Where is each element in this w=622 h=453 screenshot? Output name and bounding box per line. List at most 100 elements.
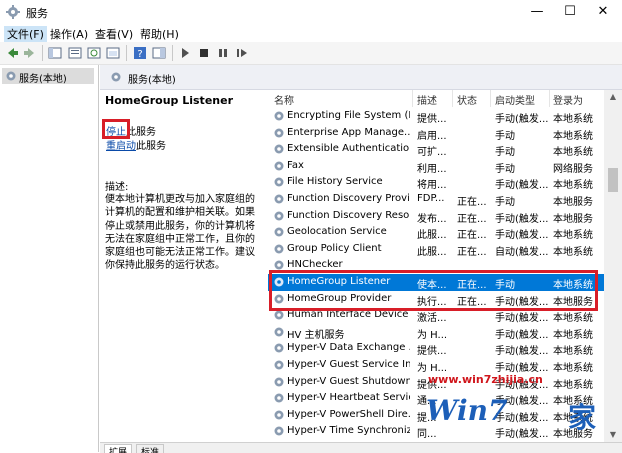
service-gear-icon <box>274 244 284 254</box>
table-row[interactable]: Extensible Authenticatio... 可扩... 手动 本地系统 <box>268 141 604 158</box>
toolbar: ? <box>0 42 622 65</box>
menu-action[interactable]: 操作(A) <box>47 26 91 42</box>
service-gear-icon <box>274 377 284 386</box>
toolbar-divider <box>172 45 173 61</box>
service-status-cell: 正在... <box>457 246 487 258</box>
site-watermark: www.win7zhijia.cn Win7 家 <box>420 372 610 442</box>
table-row[interactable]: HomeGroup Listener 使本... 正在... 手动 本地系统 <box>268 273 604 291</box>
table-row[interactable]: Function Discovery Reso... 发布... 正在... 手动(触… <box>268 208 604 225</box>
service-name-cell: Enterprise App Manage... <box>287 126 410 138</box>
service-logon-cell: 本地系统 <box>553 130 593 142</box>
console-tree-icon[interactable] <box>47 45 63 61</box>
toolbar-divider <box>42 45 43 61</box>
column-header-startup-type[interactable]: 启动类型 <box>495 92 535 107</box>
forward-arrow-icon[interactable] <box>22 45 38 61</box>
description-label: 描述: <box>105 182 129 193</box>
column-header-status[interactable]: 状态 <box>457 92 477 107</box>
service-gear-icon <box>274 211 284 221</box>
service-startup-cell: 手动(触发... <box>495 329 549 341</box>
restart-service-icon[interactable] <box>234 45 250 61</box>
properties-icon[interactable] <box>67 45 83 61</box>
service-gear-icon <box>274 327 284 337</box>
service-name-cell: Function Discovery Reso... <box>287 209 410 221</box>
service-gear-icon <box>274 393 284 403</box>
service-name-cell: Function Discovery Provi... <box>287 192 410 204</box>
table-row[interactable]: HNChecker <box>268 257 604 274</box>
column-header-description[interactable]: 描述 <box>417 92 437 107</box>
service-gear-icon <box>274 277 284 287</box>
help-icon[interactable]: ? <box>132 45 148 61</box>
table-row[interactable]: Fax 利用... 手动 网络服务 <box>268 158 604 175</box>
service-description-cell: 可扩... <box>417 147 447 159</box>
service-logon-cell: 网络服务 <box>553 163 593 175</box>
service-startup-cell: 手动(触发... <box>495 180 549 192</box>
service-description-cell: 将用... <box>417 180 447 192</box>
service-status-cell: 正在... <box>457 213 487 225</box>
service-name-cell: Hyper-V PowerShell Dire... <box>287 408 410 420</box>
column-header-name[interactable]: 名称 <box>274 92 294 107</box>
toolbar-divider <box>126 45 127 61</box>
column-divider[interactable] <box>549 90 550 107</box>
column-divider[interactable] <box>452 90 453 107</box>
table-row[interactable]: Enterprise App Manage... 启用... 手动 本地系统 <box>268 125 604 142</box>
stop-service-action: 停止此服务 <box>106 123 156 138</box>
menu-file[interactable]: 文件(F) <box>4 26 47 42</box>
table-row[interactable]: Group Policy Client 此服... 正在... 自动(触发... 本地系… <box>268 241 604 258</box>
back-arrow-icon[interactable] <box>4 45 20 61</box>
table-row[interactable]: HomeGroup Provider 执行... 正在... 手动(触发... 本地服务 <box>268 291 604 308</box>
stop-service-icon[interactable] <box>196 45 212 61</box>
service-gear-icon <box>274 111 284 121</box>
column-divider[interactable] <box>412 90 413 107</box>
column-divider[interactable] <box>490 90 491 107</box>
service-startup-cell: 自动(触发... <box>495 246 549 258</box>
watermark-brand: Win7 <box>426 394 508 427</box>
pause-service-icon[interactable] <box>215 45 231 61</box>
service-name-cell: Encrypting File System (E... <box>287 110 410 121</box>
selected-service-name: HomeGroup Listener <box>105 94 233 107</box>
service-status-cell: 正在... <box>457 230 487 242</box>
show-hide-pane-icon[interactable] <box>151 45 167 61</box>
tree-item-services-local[interactable]: 服务(本地) <box>2 68 94 85</box>
export-list-icon[interactable] <box>105 45 121 61</box>
service-status-cell: 正在... <box>457 279 487 291</box>
start-service-icon[interactable] <box>177 45 193 61</box>
table-row[interactable]: Encrypting File System (E... 提供... 手动(触发..… <box>268 108 604 125</box>
table-row[interactable]: Hyper-V Data Exchange ... 提供... 手动(触发... 本地… <box>268 340 604 357</box>
scrollbar-thumb[interactable] <box>608 168 618 192</box>
table-row[interactable]: Human Interface Device ... 激活... 手动(触发... 本… <box>268 307 604 324</box>
service-logon-cell: 本地服务 <box>553 196 593 208</box>
service-description-cell: 提供... <box>417 346 447 358</box>
maximize-button[interactable]: ☐ <box>553 0 587 24</box>
table-row[interactable]: HV 主机服务 为 H... 手动(触发... 本地系统 <box>268 324 604 341</box>
menu-view[interactable]: 查看(V) <box>92 26 136 42</box>
service-startup-cell: 手动 <box>495 163 515 175</box>
service-name-cell: Hyper-V Heartbeat Service <box>287 392 410 404</box>
scroll-up-icon[interactable]: ▲ <box>604 92 622 101</box>
service-logon-cell: 本地系统 <box>553 346 593 358</box>
table-row[interactable]: File History Service 将用... 手动(触发... 本地系统 <box>268 174 604 191</box>
service-gear-icon <box>274 227 284 237</box>
restart-service-action: 重启动此服务 <box>106 137 166 152</box>
service-description-cell: 发布... <box>417 213 447 225</box>
service-description-cell: 利用... <box>417 163 447 175</box>
refresh-icon[interactable] <box>86 45 102 61</box>
service-logon-cell: 本地服务 <box>553 296 593 308</box>
services-gear-icon <box>6 5 20 19</box>
service-logon-cell: 本地系统 <box>553 180 593 192</box>
service-name-cell: HomeGroup Listener <box>287 275 391 287</box>
menu-help[interactable]: 帮助(H) <box>137 26 182 42</box>
service-name-cell: Group Policy Client <box>287 242 382 254</box>
window-title: 服务 <box>26 7 48 20</box>
restart-service-link[interactable]: 重启动 <box>106 141 136 152</box>
table-row[interactable]: Geolocation Service 此服... 正在... 手动(触发... 本地系… <box>268 224 604 241</box>
service-name-cell: Hyper-V Guest Shutdown... <box>287 375 410 387</box>
minimize-button[interactable]: — <box>520 0 554 24</box>
service-startup-cell: 手动(触发... <box>495 230 549 242</box>
column-header-log-on-as[interactable]: 登录为 <box>553 92 583 107</box>
service-startup-cell: 手动 <box>495 147 515 159</box>
service-gear-icon <box>274 144 284 154</box>
table-row[interactable]: Hyper-V Guest Service In... 为 H... 手动(触发..… <box>268 357 604 374</box>
close-button[interactable]: ✕ <box>586 0 620 24</box>
table-row[interactable]: Function Discovery Provi... FDP... 正在... 手动… <box>268 191 604 208</box>
service-description-cell: 此服... <box>417 230 447 242</box>
